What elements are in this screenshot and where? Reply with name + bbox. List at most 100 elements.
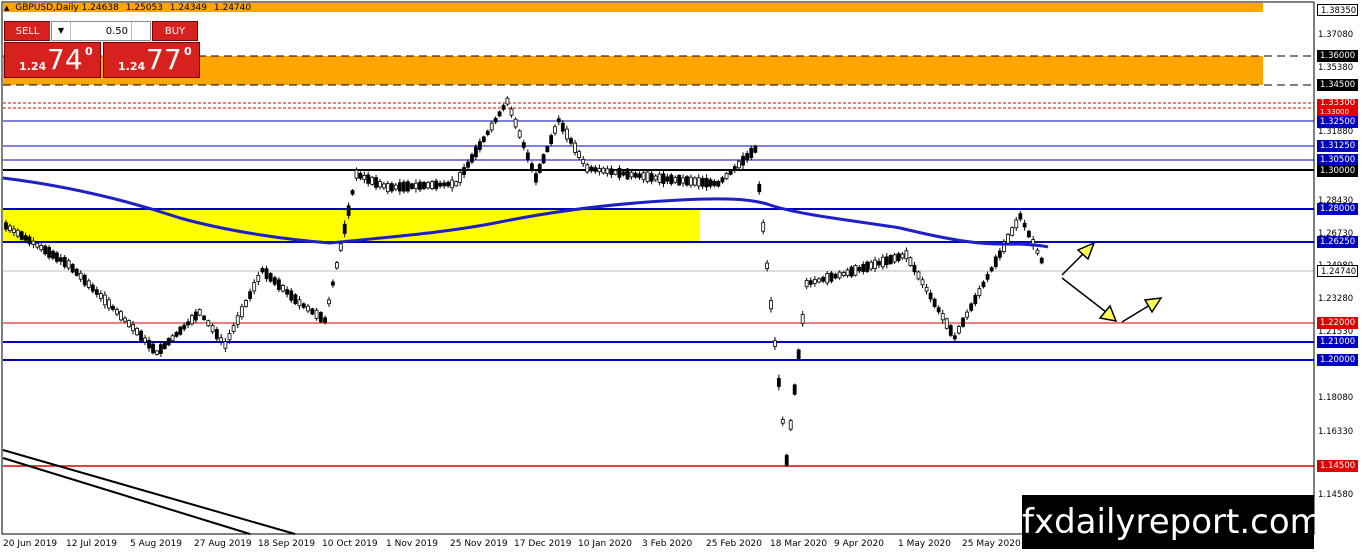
candle-body — [235, 315, 240, 325]
candle-body — [924, 286, 929, 292]
candle-body — [952, 335, 957, 340]
candle-body — [206, 320, 211, 327]
buy-button[interactable]: BUY — [152, 21, 198, 41]
candle-body — [438, 182, 443, 187]
sell-price[interactable]: 1.24 74 0 — [4, 42, 101, 78]
candle-body — [342, 223, 347, 234]
candle-body — [285, 289, 290, 295]
candle-body — [170, 335, 175, 341]
price-tag: 1.34500 — [1317, 79, 1358, 91]
candle-body — [277, 279, 281, 290]
candle-body — [47, 247, 51, 258]
price-tag: 1.32500 — [1317, 116, 1358, 128]
candle-body — [446, 181, 451, 187]
candle-body — [193, 311, 198, 321]
candle-body — [397, 182, 402, 192]
candle-body — [139, 330, 143, 341]
one-click-trading-panel: SELL ▼ BUY 1.24 74 0 1.24 77 0 — [4, 20, 200, 78]
candle-body — [418, 181, 422, 190]
candle-body — [268, 273, 273, 282]
candle-body — [545, 146, 550, 153]
candle-body — [837, 271, 842, 279]
buy-price-prefix: 1.24 — [118, 60, 146, 73]
candle-body — [244, 299, 248, 307]
candle-body — [94, 289, 99, 295]
candle-body — [780, 419, 785, 424]
candle-body — [621, 171, 626, 176]
candle-body — [549, 135, 554, 144]
candle-body — [11, 228, 16, 233]
price-tag: 1.22000 — [1317, 317, 1358, 329]
price-tick: 1.14580 — [1318, 490, 1354, 500]
candle-body — [737, 160, 741, 169]
candle-body — [965, 311, 970, 318]
date-tick: 25 Nov 2019 — [450, 539, 508, 549]
candle-body — [912, 264, 917, 273]
candle-body — [817, 278, 821, 283]
candle-body — [82, 274, 87, 286]
candle-body — [158, 344, 163, 354]
candle-body — [553, 126, 557, 134]
candle-body — [366, 174, 371, 184]
candle-body — [521, 142, 526, 148]
candle-body — [98, 293, 103, 299]
candle-body — [525, 152, 530, 160]
candle-body — [804, 280, 809, 288]
candle-body — [497, 111, 502, 117]
candle-body — [102, 294, 107, 306]
candle-body — [43, 245, 48, 255]
candle-body — [55, 252, 59, 262]
symbol-label: GBPUSD,Daily — [15, 3, 79, 13]
buy-price[interactable]: 1.24 77 0 — [103, 42, 200, 78]
price-tag: 1.30000 — [1317, 165, 1358, 177]
candle-body — [135, 328, 139, 336]
candle-body — [458, 171, 463, 183]
candle-body — [505, 97, 510, 105]
candle-body — [358, 172, 363, 179]
chevron-down-icon[interactable]: ▼ — [52, 22, 71, 40]
candle-body — [661, 173, 666, 184]
candle-body — [466, 161, 470, 168]
lot-size-input[interactable] — [72, 23, 128, 39]
candle-body — [501, 105, 506, 110]
candle-body — [289, 290, 294, 301]
candle-body — [741, 155, 745, 166]
candle-body — [833, 273, 838, 279]
candle-body — [541, 154, 546, 164]
candle-body — [681, 177, 685, 184]
candle-body — [410, 183, 414, 189]
low-value: 1.24349 — [169, 3, 207, 13]
price-tag: 1.20000 — [1317, 354, 1358, 366]
candle-body — [985, 274, 990, 280]
candle-body — [166, 338, 171, 346]
price-chart[interactable] — [0, 0, 1362, 554]
candle-body — [724, 172, 729, 180]
candle-body — [66, 260, 71, 269]
candle-body — [716, 180, 721, 187]
candle-body — [677, 174, 682, 186]
candle-body — [346, 205, 351, 216]
candle-body — [162, 341, 167, 349]
candle-body — [239, 306, 244, 318]
price-tick: 1.35380 — [1318, 63, 1354, 73]
candle-body — [765, 262, 770, 269]
buy-price-pips: 77 — [146, 43, 182, 76]
sell-price-prefix: 1.24 — [19, 60, 47, 73]
lot-stepper[interactable] — [131, 22, 150, 40]
candle-body — [920, 279, 925, 286]
candle-body — [613, 169, 618, 175]
candle-body — [115, 309, 119, 315]
candle-body — [477, 141, 482, 150]
candle-body — [426, 182, 430, 189]
candle-body — [338, 243, 343, 251]
sell-button[interactable]: SELL — [4, 21, 50, 41]
candle-body — [481, 136, 486, 143]
candle-body — [601, 167, 606, 174]
candle-body — [1014, 219, 1019, 229]
candle-body — [776, 378, 781, 387]
candle-body — [1018, 213, 1023, 220]
price-tag: 1.36000 — [1317, 50, 1358, 62]
candle-body — [861, 264, 866, 272]
price-tag: 1.26250 — [1317, 236, 1358, 248]
candle-body — [354, 169, 359, 179]
